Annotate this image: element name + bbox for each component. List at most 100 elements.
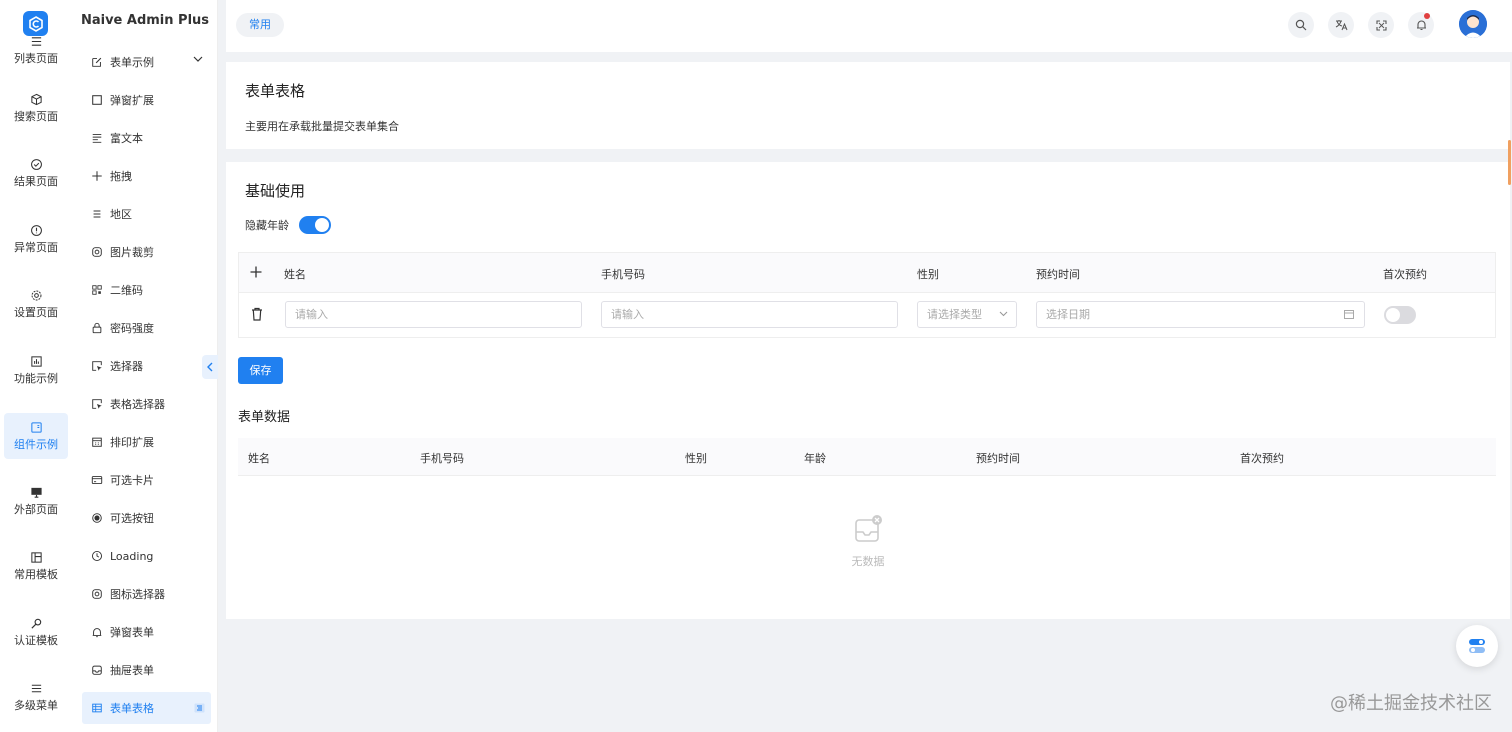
search-button[interactable] (1288, 12, 1314, 38)
date-picker[interactable]: 选择日期 (1036, 301, 1365, 328)
submenu-item[interactable]: 可选按钮 (82, 502, 211, 534)
primary-rail: 列表页面搜索页面结果页面异常页面设置页面功能示例组件示例外部页面常用模板认证模板… (0, 0, 72, 732)
component-icon (29, 421, 43, 435)
fullscreen-button[interactable] (1368, 12, 1394, 38)
chart-icon (29, 355, 43, 369)
collapse-sidebar-button[interactable] (202, 355, 218, 379)
submenu-item-label: Loading (110, 549, 154, 563)
column-header: 首次预约 (1240, 452, 1284, 465)
basic-usage-card: 基础使用 隐藏年龄 姓名 手机号码 性别 预约时间 首次预约 请输入 请输入 请… (226, 162, 1510, 619)
rail-item[interactable]: 认证模板 (4, 609, 68, 655)
user-avatar[interactable] (1459, 10, 1487, 38)
settings-fab[interactable] (1456, 625, 1498, 667)
tab-common[interactable]: 常用 (236, 13, 284, 37)
page-title: 表单表格 (245, 82, 306, 100)
submenu-item[interactable]: 密码强度 (82, 312, 211, 344)
scroll-indicator[interactable] (1508, 140, 1511, 185)
intro-card: 表单表格 主要用在承载批量提交表单集合 (226, 62, 1510, 149)
save-button[interactable]: 保存 (238, 357, 283, 384)
add-row-button[interactable] (250, 266, 262, 281)
notification-badge (1424, 13, 1430, 19)
submenu-item[interactable]: 地区 (82, 198, 211, 230)
column-header: 预约时间 (1036, 268, 1080, 281)
submenu-item[interactable]: 表单示例 (82, 46, 211, 78)
fullscreen-icon (1375, 19, 1387, 31)
submenu-item[interactable]: 富文本 (82, 122, 211, 154)
submenu-item[interactable]: 表格选择器 (82, 388, 211, 420)
chevron-down-icon (999, 311, 1008, 317)
editable-form-table: 姓名 手机号码 性别 预约时间 首次预约 请输入 请输入 请选择类型 选择日期 (238, 252, 1496, 338)
watermark: @稀土掘金技术社区 (1330, 693, 1492, 714)
search-icon (1295, 19, 1307, 31)
rail-item[interactable]: 功能示例 (4, 347, 68, 393)
submenu-item-label: 图标选择器 (110, 588, 165, 601)
submenu-item[interactable]: 可选卡片 (82, 464, 211, 496)
card-icon (91, 474, 103, 486)
calendar-icon (91, 436, 103, 448)
submenu-item[interactable]: 拖拽 (82, 160, 211, 192)
select-icon (91, 360, 103, 372)
submenu-item[interactable]: Loading (82, 540, 211, 572)
rail-item[interactable]: 常用模板 (4, 543, 68, 589)
rail-item[interactable]: 搜索页面 (4, 85, 68, 131)
submenu-item[interactable]: 抽屉表单 (82, 654, 211, 686)
gender-select-placeholder: 请选择类型 (927, 308, 982, 321)
submenu-item[interactable]: 图标选择器 (82, 578, 211, 610)
rail-item[interactable]: 外部页面 (4, 478, 68, 524)
rail-item-label: 多级菜单 (14, 698, 58, 712)
gender-select[interactable]: 请选择类型 (917, 301, 1017, 328)
rail-item[interactable]: 设置页面 (4, 281, 68, 327)
section-title: 基础使用 (245, 182, 306, 200)
outline-icon (194, 703, 205, 713)
text-icon (91, 132, 103, 144)
template-icon (29, 551, 43, 565)
rail-item-label: 搜索页面 (14, 109, 58, 123)
submenu-item[interactable]: 弹窗表单 (82, 616, 211, 648)
rail-item-label: 组件示例 (14, 437, 58, 451)
notification-button[interactable] (1408, 12, 1434, 38)
date-picker-placeholder: 选择日期 (1046, 308, 1090, 321)
rail-item[interactable]: 多级菜单 (4, 674, 68, 720)
submenu-item-label: 选择器 (110, 360, 143, 373)
hide-age-label: 隐藏年龄 (245, 219, 289, 232)
rail-item[interactable]: 异常页面 (4, 216, 68, 262)
rail-item[interactable]: 列表页面 (4, 27, 68, 73)
gear-icon (29, 289, 43, 303)
submenu-item[interactable]: 图片裁剪 (82, 236, 211, 268)
monitor-icon (29, 486, 43, 500)
language-button[interactable] (1328, 12, 1354, 38)
column-header: 手机号码 (601, 268, 645, 281)
key-icon (29, 617, 43, 631)
hide-age-switch[interactable] (299, 216, 331, 234)
phone-input[interactable]: 请输入 (601, 301, 898, 328)
form-data-title: 表单数据 (238, 410, 291, 425)
translate-icon (1335, 20, 1347, 31)
qrcode-icon (91, 284, 103, 296)
table-icon (91, 702, 103, 714)
submenu-item[interactable]: 二维码 (82, 274, 211, 306)
top-header: 常用 (226, 0, 1512, 52)
empty-label: 无数据 (851, 555, 885, 568)
submenu-item-label: 二维码 (110, 284, 143, 297)
empty-state: 无数据 (848, 514, 888, 569)
delete-row-button[interactable] (251, 307, 263, 324)
submenu-item[interactable]: 弹窗扩展 (82, 84, 211, 116)
app-title: Naive Admin Plus (80, 13, 210, 28)
move-icon (91, 170, 103, 182)
submenu-item[interactable]: 选择器 (82, 350, 211, 382)
submenu-item[interactable]: 表单表格 (82, 692, 211, 724)
rail-item[interactable]: 组件示例 (4, 413, 68, 459)
rail-item-label: 外部页面 (14, 502, 58, 516)
column-header: 手机号码 (420, 452, 464, 465)
name-input[interactable]: 请输入 (285, 301, 582, 328)
camera-icon (91, 246, 103, 258)
clock-icon (91, 550, 103, 562)
first-visit-switch[interactable] (1384, 306, 1416, 324)
submenu-item[interactable]: 排印扩展 (82, 426, 211, 458)
submenu-item-label: 表单表格 (110, 702, 154, 715)
menu-icon (29, 682, 43, 696)
lines-icon (91, 208, 103, 220)
rail-item[interactable]: 结果页面 (4, 150, 68, 196)
radio-icon (91, 512, 103, 524)
rail-item-label: 结果页面 (14, 174, 58, 188)
